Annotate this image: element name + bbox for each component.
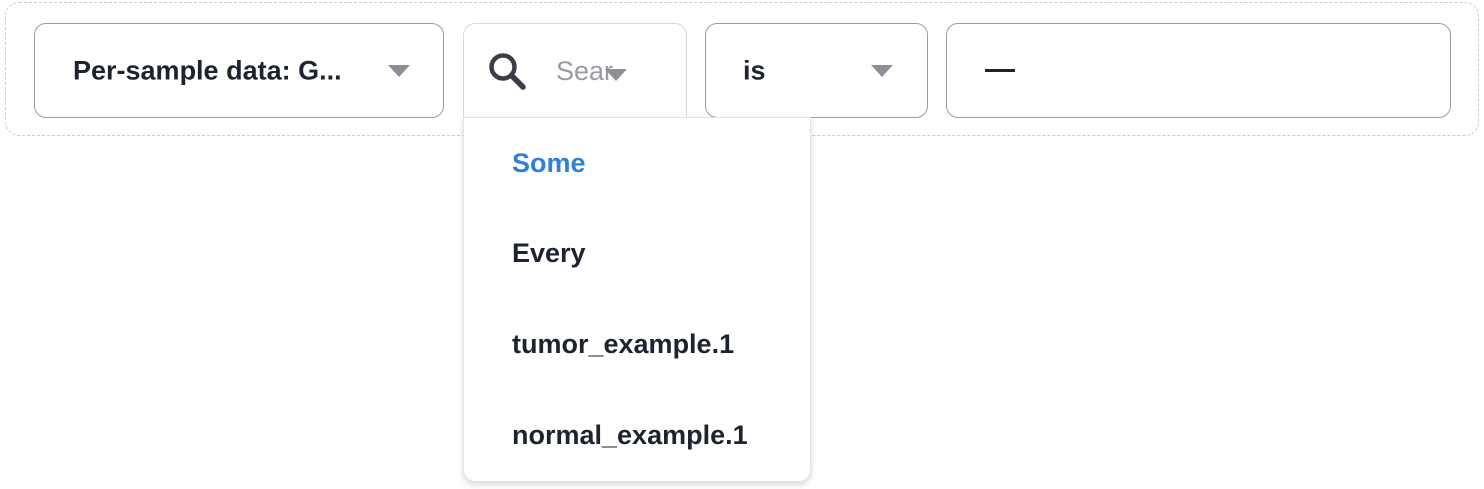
operator-select-label: is (743, 55, 766, 85)
chevron-down-icon[interactable] (871, 64, 893, 77)
quantifier-dropdown-menu: Some Every tumor_example.1 normal_exampl… (463, 117, 811, 482)
quantifier-select[interactable]: Sear (463, 23, 687, 123)
chevron-down-icon[interactable] (605, 69, 627, 81)
field-select[interactable]: Per-sample data: G... (34, 23, 444, 118)
operator-select[interactable]: is (705, 23, 928, 118)
field-select-label: Per-sample data: G... (73, 55, 342, 85)
value-input-text: — (985, 51, 1015, 85)
dropdown-option-some[interactable]: Some (512, 148, 586, 179)
search-icon (489, 53, 526, 90)
chevron-down-icon[interactable] (388, 64, 410, 77)
dropdown-option-tumor-example[interactable]: tumor_example.1 (512, 329, 734, 360)
value-input[interactable]: — (946, 23, 1451, 118)
dropdown-option-normal-example[interactable]: normal_example.1 (512, 420, 748, 451)
dropdown-option-every[interactable]: Every (512, 238, 586, 269)
